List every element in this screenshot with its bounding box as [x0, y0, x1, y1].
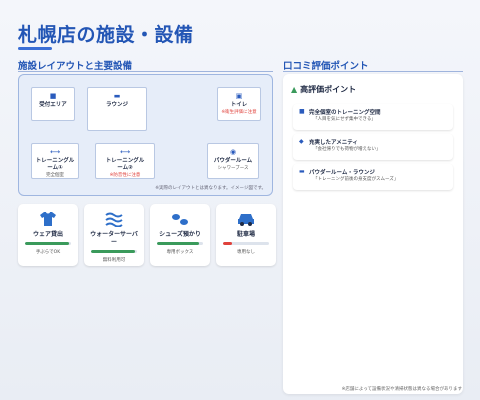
review-item: ▬ パウダールーム・ラウンジ 「トレーニング前後の身支度がスムーズ」 [293, 164, 453, 190]
level-bar [25, 242, 71, 245]
sofa-icon: ▬ [113, 92, 121, 100]
person-icon: ■ [49, 92, 57, 100]
card-label: シューズ預かり [159, 231, 201, 238]
card-label: ウェア貸出 [32, 231, 63, 238]
card-parking: 駐車場 専用なし [216, 204, 276, 266]
water-icon [105, 212, 123, 227]
level-fill [91, 250, 135, 253]
room-reception: ■ 受付エリア [31, 87, 75, 121]
level-fill [157, 242, 200, 245]
level-fill [223, 242, 233, 245]
level-fill [25, 242, 69, 245]
review-item: ■ 完全個室のトレーニング空間 「人目を気にせず集中できる」 [293, 104, 453, 130]
room-powder: ◉ パウダールーム シャワーブース [207, 143, 259, 179]
page-title: 札幌店の施設・設備 [18, 24, 194, 46]
shirt-icon [40, 212, 56, 226]
room-name: トレーニングルーム① [35, 158, 75, 171]
layout-section-title: 施設レイアウトと主要設備 [18, 58, 273, 72]
card-wear-rental: ウェア貸出 手ぶらでOK [18, 204, 78, 266]
room-note: ※衛生評価に注意 [221, 110, 257, 115]
review-title: 完全個室のトレーニング空間 [309, 110, 381, 116]
card-label: ウォーターサーバー [90, 231, 138, 246]
toilet-icon: ▣ [235, 92, 243, 100]
room-note: シャワーブース [217, 166, 249, 171]
review-quote: 「会社帰りでも荷物が増えない」 [313, 147, 381, 152]
card-label: 駐車場 [236, 231, 255, 238]
card-caption: 手ぶらでOK [35, 250, 61, 255]
review-panel: ▲ 高評価ポイント ■ 完全個室のトレーニング空間 「人目を気にせず集中できる」… [283, 74, 463, 394]
room-name: パウダールーム [213, 158, 253, 164]
card-caption: 専用ボックス [166, 250, 194, 255]
mirror-icon: ◉ [229, 148, 237, 156]
dumbbell-icon: ⟷ [119, 148, 131, 156]
room-toilet: ▣ トイレ ※衛生評価に注意 [217, 87, 261, 121]
review-heading: ▲ 高評価ポイント [291, 84, 356, 95]
review-title: 充実したアメニティ [309, 140, 358, 146]
room-note: ※防音性に注意 [109, 173, 141, 178]
footnote: ※店舗によって設備状況や清掃状態は異なる場合があります [341, 387, 462, 392]
dumbbell-icon: ⟷ [49, 148, 61, 156]
review-quote: 「人目を気にせず集中できる」 [313, 117, 376, 122]
card-caption: 無料利用可 [102, 258, 126, 263]
room-lounge: ▬ ラウンジ [87, 87, 147, 131]
card-shoe-storage: シューズ預かり 専用ボックス [150, 204, 210, 266]
layout-note: ※実際のレイアウトとは異なります。イメージ図です。 [155, 186, 266, 191]
room-name: トレーニングルーム② [105, 158, 145, 171]
card-water-server: ウォーターサーバー 無料利用可 [84, 204, 144, 266]
review-heading-text: 高評価ポイント [300, 85, 357, 94]
room-name: 受付エリア [39, 102, 67, 108]
review-quote: 「トレーニング前後の身支度がスムーズ」 [313, 177, 399, 182]
review-item: ◆ 充実したアメニティ 「会社帰りでも荷物が増えない」 [293, 134, 453, 160]
thumbs-up-icon: ▲ [291, 85, 298, 94]
bottle-icon: ◆ [299, 138, 304, 145]
review-title: パウダールーム・ラウンジ [309, 170, 375, 176]
person-icon: ■ [299, 108, 305, 115]
sofa-icon: ▬ [299, 168, 305, 175]
room-name: ラウンジ [105, 102, 128, 108]
title-underline [18, 47, 52, 50]
car-icon [238, 214, 254, 226]
layout-map: ■ 受付エリア ▬ ラウンジ ▣ トイレ ※衛生評価に注意 ⟷ トレーニングルー… [18, 74, 273, 196]
shoes-icon [172, 214, 188, 225]
room-name: トイレ [230, 102, 248, 108]
room-training-2: ⟷ トレーニングルーム② ※防音性に注意 [95, 143, 155, 179]
level-bar [223, 242, 269, 245]
room-note: 完全個室 [46, 173, 64, 178]
room-training-1: ⟷ トレーニングルーム① 完全個室 [31, 143, 79, 179]
card-caption: 専用なし [237, 250, 255, 255]
level-bar [91, 250, 137, 253]
level-bar [157, 242, 203, 245]
reviews-section-title: 口コミ評価ポイント [283, 58, 463, 72]
